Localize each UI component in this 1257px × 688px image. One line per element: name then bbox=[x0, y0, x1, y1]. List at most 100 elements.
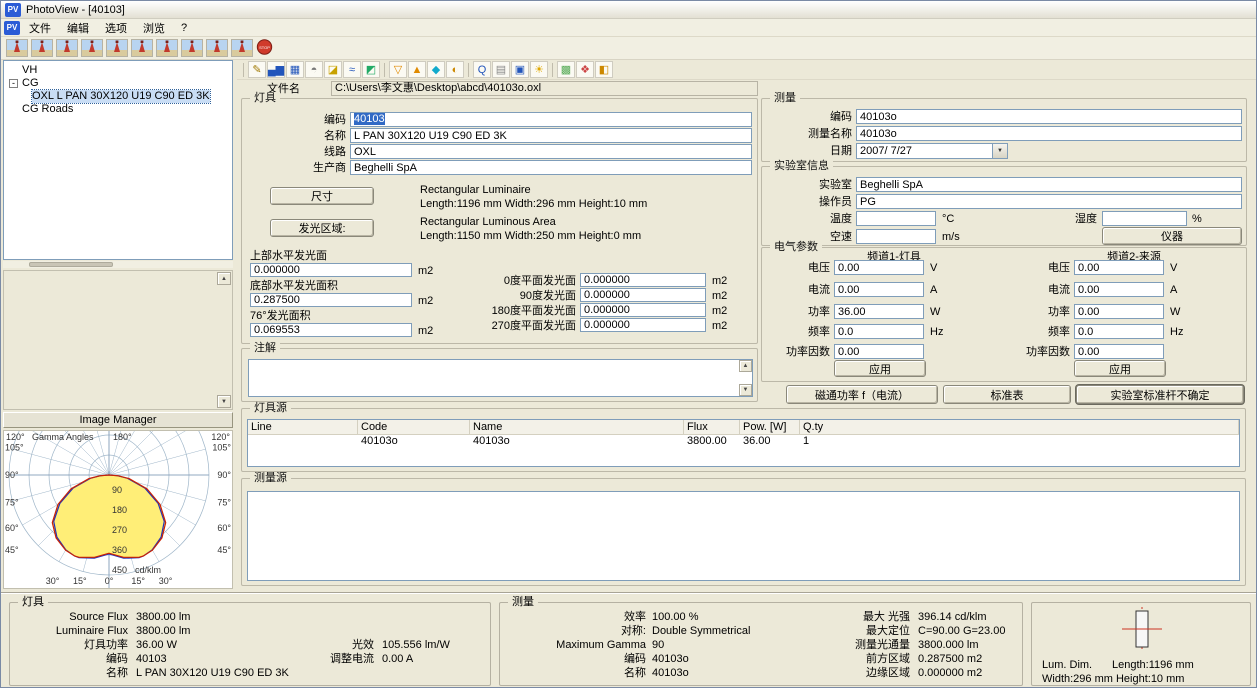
ch2-power-factor-input[interactable] bbox=[1074, 344, 1164, 359]
measurement-source-list[interactable] bbox=[247, 491, 1240, 581]
line-input[interactable] bbox=[350, 144, 752, 159]
size-button[interactable]: 尺寸 bbox=[270, 187, 374, 205]
scene-icon-5[interactable] bbox=[106, 39, 128, 57]
menu-file[interactable]: 文件 bbox=[22, 19, 58, 37]
scene-icon-3[interactable] bbox=[56, 39, 78, 57]
humidity-unit: % bbox=[1192, 213, 1202, 226]
edit-notes-icon[interactable]: ✎ bbox=[248, 61, 266, 78]
quality-diagram-icon[interactable]: Q bbox=[473, 61, 491, 78]
date-select[interactable]: 2007/ 7/27 ▼ bbox=[856, 143, 1008, 159]
notes-scroll-up-icon[interactable]: ▲ bbox=[739, 360, 752, 372]
menu-options[interactable]: 选项 bbox=[98, 19, 134, 37]
lamp-icon[interactable]: ☀ bbox=[530, 61, 548, 78]
plane90-input[interactable] bbox=[580, 288, 706, 302]
svg-text:120°: 120° bbox=[211, 432, 230, 442]
deg76-area-input[interactable] bbox=[250, 323, 412, 337]
ch2-power-input[interactable] bbox=[1074, 304, 1164, 319]
manufacturer-input[interactable] bbox=[350, 160, 752, 175]
image-list[interactable]: ▲ ▼ bbox=[3, 270, 233, 410]
ch2-frequency-input[interactable] bbox=[1074, 324, 1164, 339]
bottom-surface-input[interactable] bbox=[250, 293, 412, 307]
flux-power-button[interactable]: 磁通功率 f（电流） bbox=[786, 385, 938, 404]
matrix-icon[interactable]: ▩ bbox=[557, 61, 575, 78]
stop-icon[interactable]: STOP bbox=[256, 39, 278, 57]
tree-item-vh[interactable]: VH bbox=[22, 64, 37, 77]
airspeed-input[interactable] bbox=[856, 229, 936, 244]
meas-name-input[interactable] bbox=[856, 126, 1242, 141]
scene-icon-7[interactable] bbox=[156, 39, 178, 57]
ch1-power-factor-input[interactable] bbox=[834, 344, 924, 359]
isolux-diagram-icon[interactable]: ≈ bbox=[343, 61, 361, 78]
efficiency-label: 效率 bbox=[504, 611, 646, 624]
ch1-current-input[interactable] bbox=[834, 282, 924, 297]
lab-input[interactable] bbox=[856, 177, 1242, 192]
luminous-area-button[interactable]: 发光区域: bbox=[270, 219, 374, 237]
plane180-input[interactable] bbox=[580, 303, 706, 317]
menu-edit[interactable]: 编辑 bbox=[60, 19, 96, 37]
tree-item-cg-roads[interactable]: CG Roads bbox=[22, 103, 73, 116]
hscroll-thumb[interactable] bbox=[29, 262, 113, 267]
menu-help[interactable]: ? bbox=[174, 21, 194, 35]
scene-icon-6[interactable] bbox=[131, 39, 153, 57]
photometric-chart-icon[interactable]: ▄▆ bbox=[267, 61, 285, 78]
tree-item-oxl[interactable]: OXL L PAN 30X120 U19 C90 ED 3K bbox=[32, 90, 210, 103]
col-flux: Flux bbox=[684, 420, 740, 434]
image-manager-header[interactable]: Image Manager bbox=[3, 412, 233, 428]
plane0-input[interactable] bbox=[580, 273, 706, 287]
ch1-voltage-input[interactable] bbox=[834, 260, 924, 275]
svg-text:45°: 45° bbox=[5, 545, 19, 555]
scene-icon-2[interactable] bbox=[31, 39, 53, 57]
ch2-current-input[interactable] bbox=[1074, 282, 1164, 297]
name-input[interactable] bbox=[350, 128, 752, 143]
scene-icon-8[interactable] bbox=[181, 39, 203, 57]
notes-scroll-down-icon[interactable]: ▼ bbox=[739, 384, 752, 396]
ch2-voltage-input[interactable] bbox=[1074, 260, 1164, 275]
lab-uncertainty-button[interactable]: 实验室标准杆不确定 bbox=[1076, 385, 1244, 404]
cartesian-diagram-icon[interactable]: ◪ bbox=[324, 61, 342, 78]
polar-chart: 120°Gamma Angles180°120°105°105°90°90°75… bbox=[3, 430, 233, 589]
electrical-group: 电气参数 频道1-灯具 频道2-来源 应用 应用 电压V电流A功率W频率Hz功率… bbox=[761, 247, 1247, 382]
operator-input[interactable] bbox=[856, 194, 1242, 209]
notes-textarea[interactable]: ▲ ▼ bbox=[248, 359, 753, 397]
ch2-apply-button[interactable]: 应用 bbox=[1074, 360, 1166, 377]
code-input[interactable]: 40103 bbox=[350, 112, 752, 127]
bottom-surface-label: 底部水平发光面积 bbox=[250, 280, 338, 293]
scene-icon-4[interactable] bbox=[81, 39, 103, 57]
meas-code-input[interactable] bbox=[856, 109, 1242, 124]
table-row[interactable]: 40103o 40103o 3800.00 36.00 1 bbox=[248, 435, 1239, 449]
color-scale-icon[interactable]: ◧ bbox=[595, 61, 613, 78]
solid-diagram-icon[interactable]: ◆ bbox=[427, 61, 445, 78]
scene-icon-9[interactable] bbox=[206, 39, 228, 57]
beam-diagram-icon[interactable]: ▽ bbox=[389, 61, 407, 78]
polar-diagram-icon[interactable]: ◓ bbox=[305, 61, 323, 78]
luminaire-tree[interactable]: VH - CG OXL L PAN 30X120 U19 C90 ED 3K C… bbox=[3, 60, 233, 260]
instrument-button[interactable]: 仪器 bbox=[1102, 227, 1242, 245]
chevron-down-icon[interactable]: ▼ bbox=[992, 144, 1007, 158]
scene-icon-10[interactable] bbox=[231, 39, 253, 57]
scroll-down-icon[interactable]: ▼ bbox=[217, 395, 231, 408]
standard-table-button[interactable]: 标准表 bbox=[943, 385, 1071, 404]
tree-item-cg[interactable]: CG bbox=[22, 77, 39, 90]
palette-icon[interactable]: ❖ bbox=[576, 61, 594, 78]
menu-browse[interactable]: 浏览 bbox=[136, 19, 172, 37]
plane270-input[interactable] bbox=[580, 318, 706, 332]
humidity-input[interactable] bbox=[1102, 211, 1187, 226]
ch1-apply-button[interactable]: 应用 bbox=[834, 360, 926, 377]
report-icon[interactable]: ▤ bbox=[492, 61, 510, 78]
screen-view-icon[interactable]: ▣ bbox=[511, 61, 529, 78]
cone-diagram-icon[interactable]: ▲ bbox=[408, 61, 426, 78]
glare-diagram-icon[interactable]: ◐ bbox=[446, 61, 464, 78]
tree-expander-cg[interactable]: - bbox=[9, 79, 18, 88]
measurement-group-title: 测量 bbox=[770, 92, 800, 105]
utilization-diagram-icon[interactable]: ◩ bbox=[362, 61, 380, 78]
temperature-input[interactable] bbox=[856, 211, 936, 226]
scroll-up-icon[interactable]: ▲ bbox=[217, 272, 231, 285]
measurement-source-group: 测量源 bbox=[241, 478, 1246, 586]
ch1-power-input[interactable] bbox=[834, 304, 924, 319]
mdi-child-icon[interactable]: PV bbox=[4, 21, 20, 35]
tree-hscrollbar[interactable] bbox=[3, 261, 233, 268]
ch1-frequency-input[interactable] bbox=[834, 324, 924, 339]
upper-surface-input[interactable] bbox=[250, 263, 412, 277]
scene-icon-1[interactable] bbox=[6, 39, 28, 57]
intensity-table-icon[interactable]: ▦ bbox=[286, 61, 304, 78]
